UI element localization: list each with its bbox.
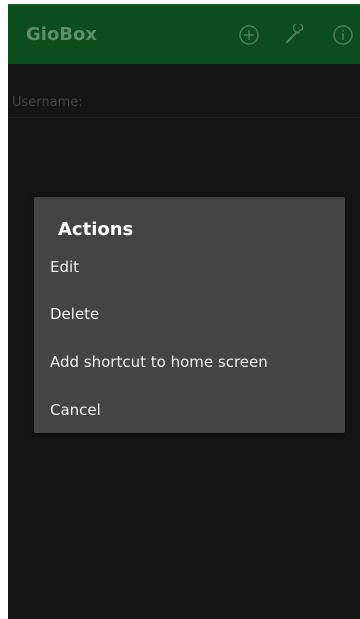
dialog-item-label: Add shortcut to home screen — [50, 353, 268, 371]
dialog-item-label: Cancel — [50, 401, 101, 419]
dialog-item-add-shortcut[interactable]: Add shortcut to home screen — [50, 342, 330, 382]
app-title: GioBox — [26, 24, 98, 45]
dialog-item-label: Delete — [50, 305, 100, 323]
dialog-item-label: Edit — [50, 258, 80, 276]
username-label: Username: — [12, 95, 83, 110]
dialog-title: Actions — [58, 219, 134, 240]
wrench-icon[interactable] — [284, 24, 306, 46]
dialog-item-delete[interactable]: Delete — [50, 294, 330, 334]
info-icon[interactable] — [332, 24, 354, 46]
dialog-item-cancel[interactable]: Cancel — [50, 390, 330, 430]
dialog-item-edit[interactable]: Edit — [50, 247, 330, 287]
add-circle-icon[interactable] — [238, 24, 260, 46]
app-screen: GioBox Username: Actions Edit Delete Add… — [8, 4, 360, 619]
actions-dialog: Actions Edit Delete Add shortcut to home… — [34, 197, 345, 433]
username-divider — [8, 117, 360, 118]
app-toolbar: GioBox — [8, 4, 360, 64]
